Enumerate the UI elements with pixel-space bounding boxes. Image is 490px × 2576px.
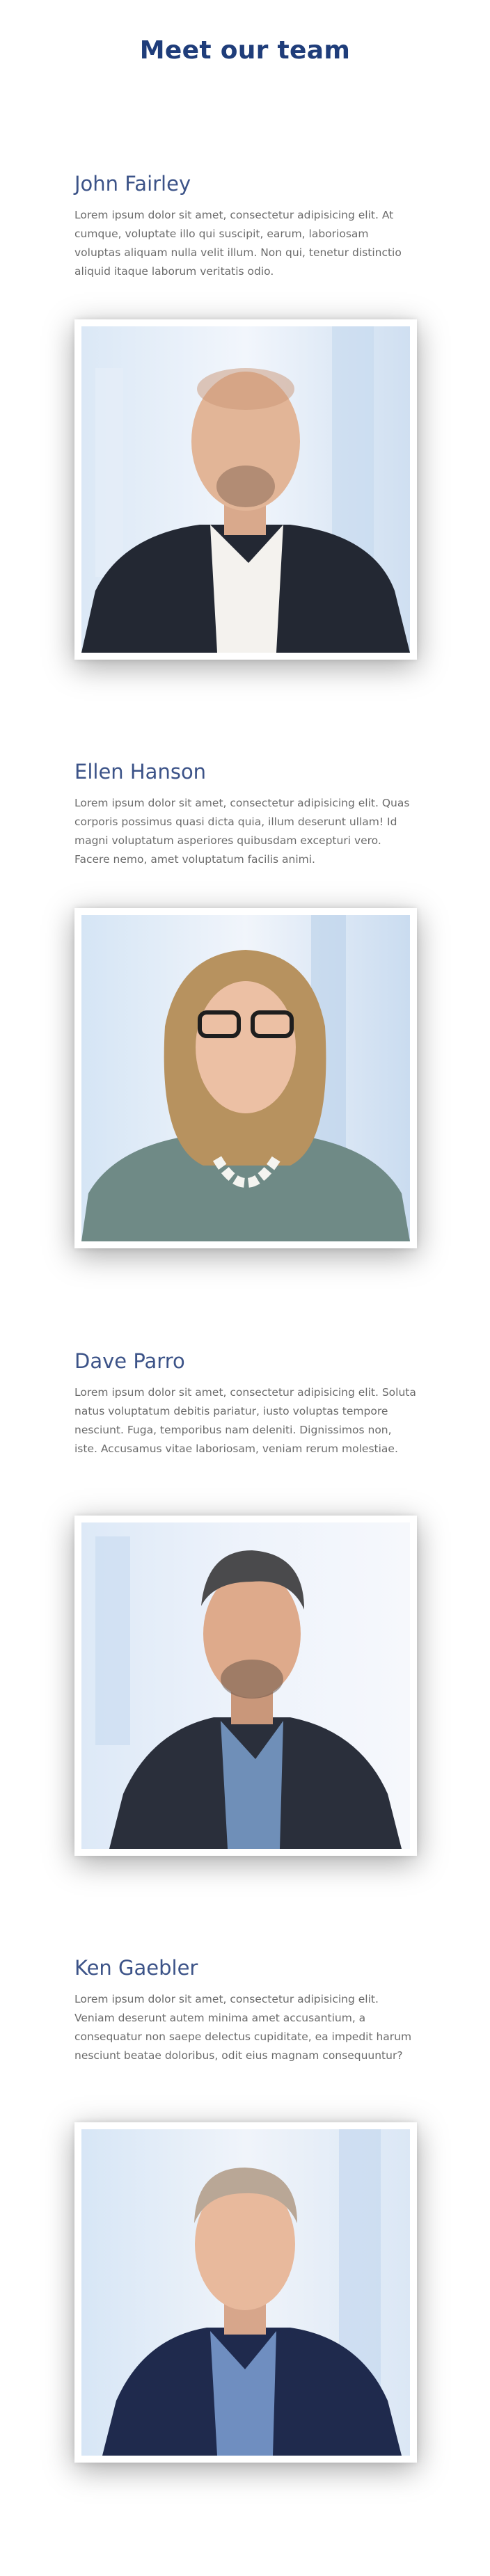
portrait-ken-gaebler-icon — [81, 2129, 410, 2456]
member-name: John Fairley — [74, 172, 191, 196]
member-bio: Lorem ipsum dolor sit amet, consectetur … — [74, 1993, 412, 2062]
member-bio: Lorem ipsum dolor sit amet, consectetur … — [74, 209, 402, 278]
member-photo-frame — [74, 908, 417, 1248]
portrait-john-fairley-icon — [81, 326, 410, 653]
member-bio: Lorem ipsum dolor sit amet, consectetur … — [74, 1386, 416, 1455]
page-title: Meet our team — [139, 36, 351, 65]
member-photo-frame — [74, 2122, 417, 2463]
team-member-ken-gaebler: Ken Gaebler Lorem ipsum dolor sit amet, … — [74, 1955, 416, 2065]
member-name: Dave Parro — [74, 1349, 185, 1373]
team-member-john-fairley: John Fairley Lorem ipsum dolor sit amet,… — [74, 171, 416, 281]
team-member-ellen-hanson: Ellen Hanson Lorem ipsum dolor sit amet,… — [74, 759, 416, 869]
member-photo-frame — [74, 319, 417, 660]
portrait-ellen-hanson-icon — [81, 915, 410, 1241]
member-name: Ellen Hanson — [74, 760, 207, 784]
member-name: Ken Gaebler — [74, 1956, 198, 1980]
member-photo-frame — [74, 1516, 417, 1856]
member-bio: Lorem ipsum dolor sit amet, consectetur … — [74, 797, 410, 866]
portrait-dave-parro-icon — [81, 1522, 410, 1849]
team-member-dave-parro: Dave Parro Lorem ipsum dolor sit amet, c… — [74, 1349, 416, 1458]
